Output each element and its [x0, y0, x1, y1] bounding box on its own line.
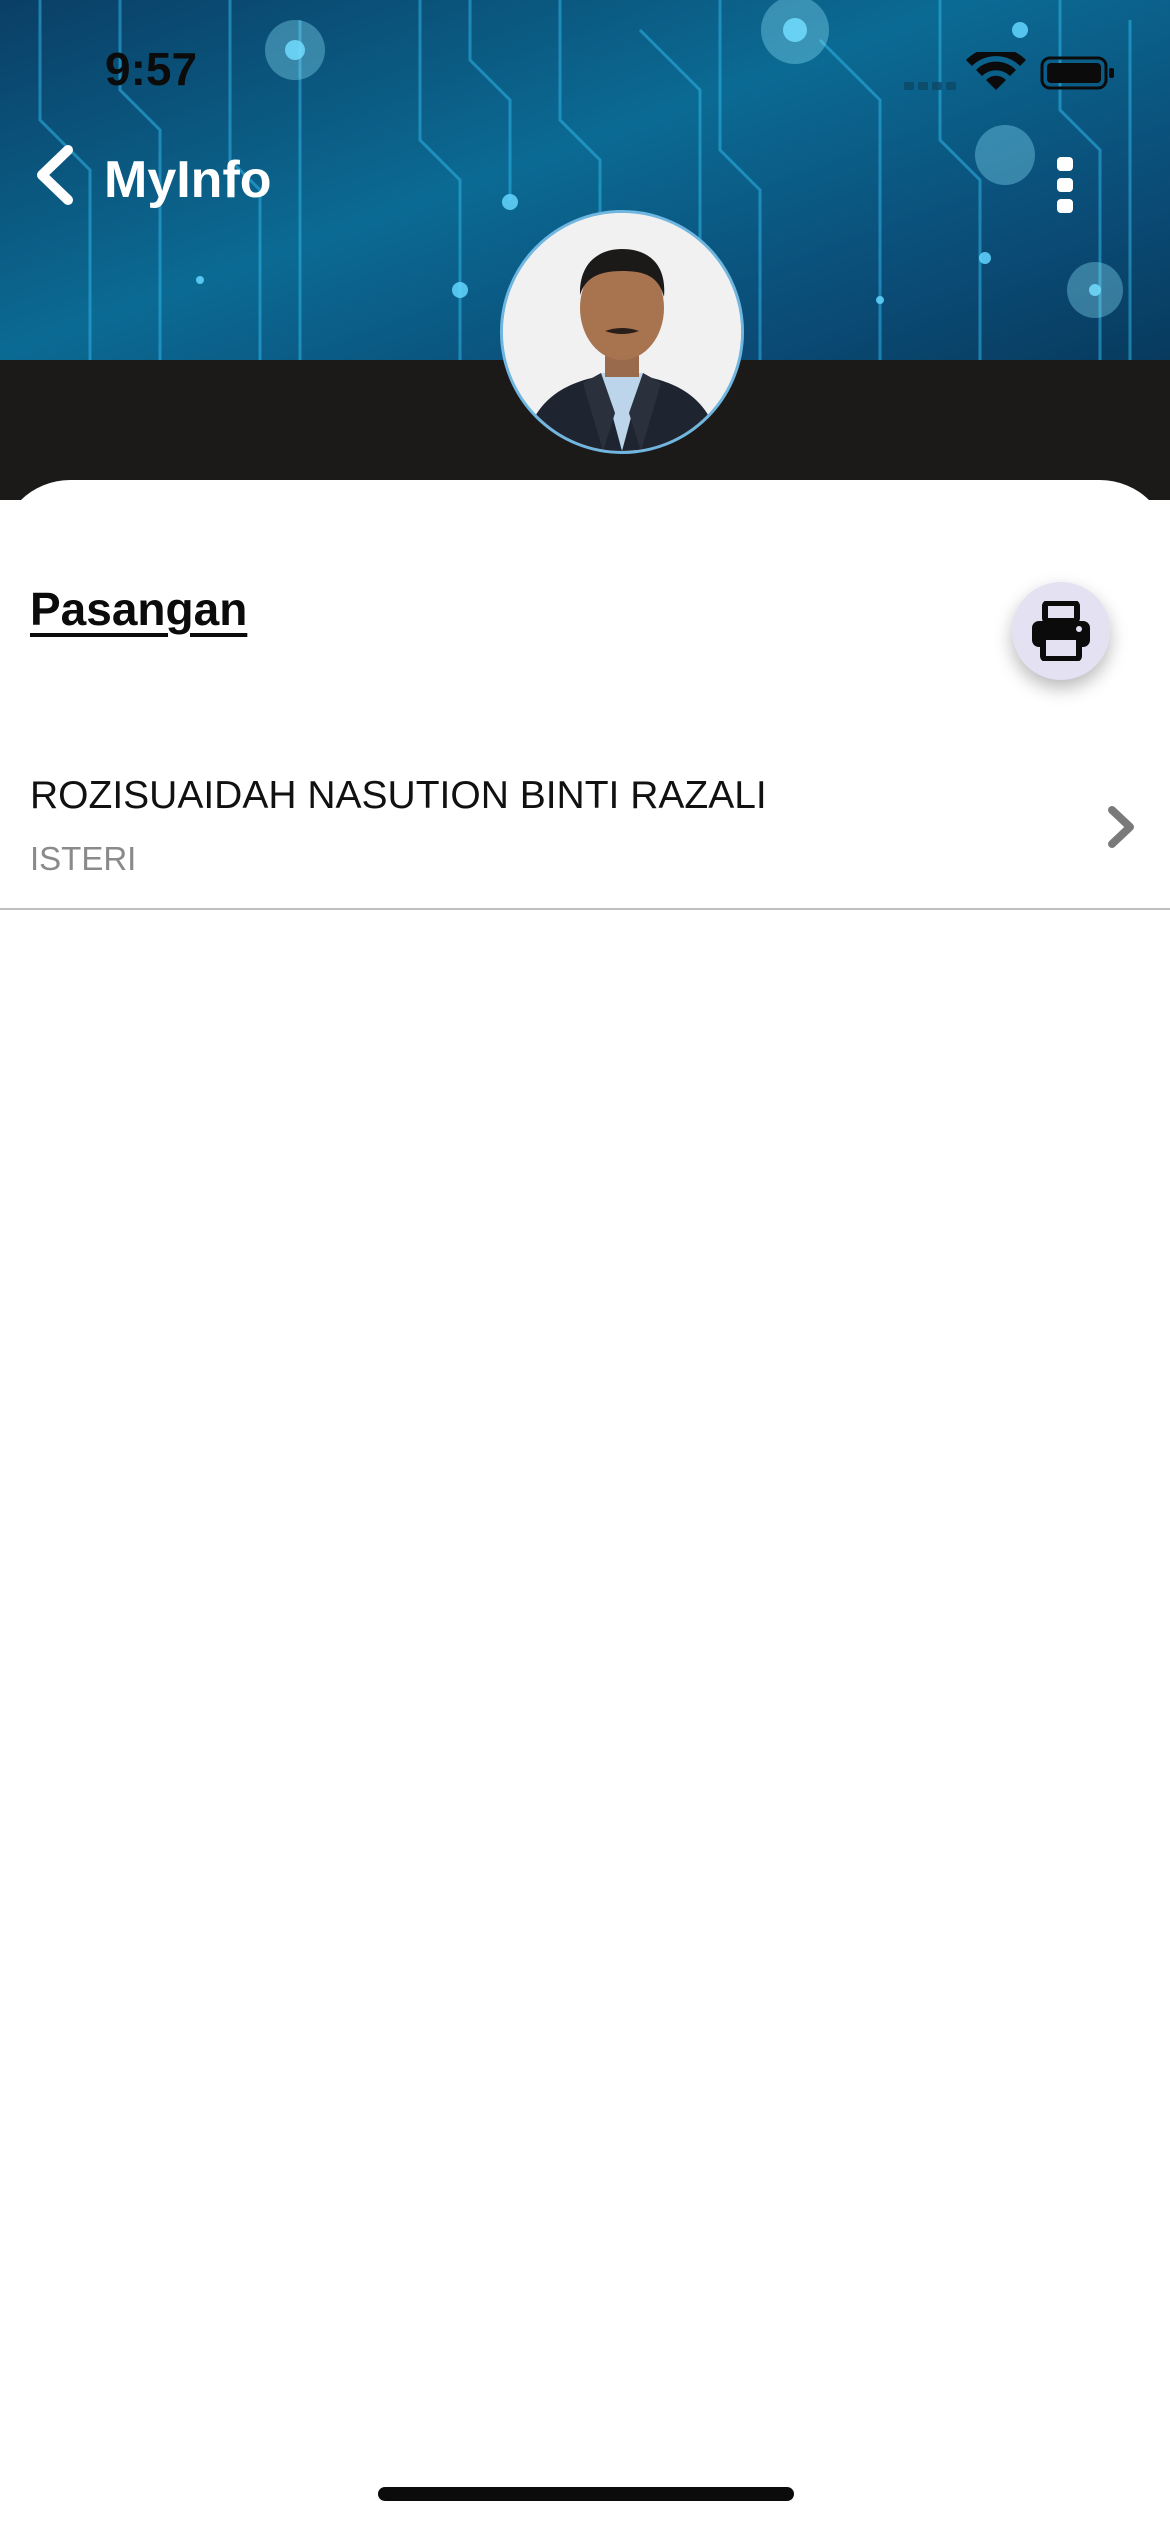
chevron-left-icon: [37, 145, 73, 205]
battery-icon: [1040, 56, 1114, 90]
spouse-relation: ISTERI: [30, 840, 137, 877]
home-indicator[interactable]: [378, 2487, 794, 2501]
section-title: Pasangan: [30, 583, 248, 635]
spouse-name: ROZISUAIDAH NASUTION BINTI RAZALI: [30, 774, 767, 817]
profile-photo: [503, 213, 741, 451]
signal-icon: [904, 82, 956, 90]
chevron-right-icon: [1108, 806, 1134, 848]
spouse-list-item[interactable]: ROZISUAIDAH NASUTION BINTI RAZALI ISTERI: [0, 760, 1170, 910]
more-vertical-icon: [1057, 157, 1073, 213]
status-icons: [900, 47, 1120, 101]
avatar: [500, 210, 744, 454]
status-time: 9:57: [105, 43, 198, 95]
print-button[interactable]: [1012, 582, 1110, 680]
back-button[interactable]: [30, 140, 80, 210]
printer-icon: [1032, 601, 1090, 661]
page-title: MyInfo: [104, 151, 272, 209]
wifi-icon: [966, 47, 1026, 90]
more-options-button[interactable]: [1045, 155, 1085, 215]
